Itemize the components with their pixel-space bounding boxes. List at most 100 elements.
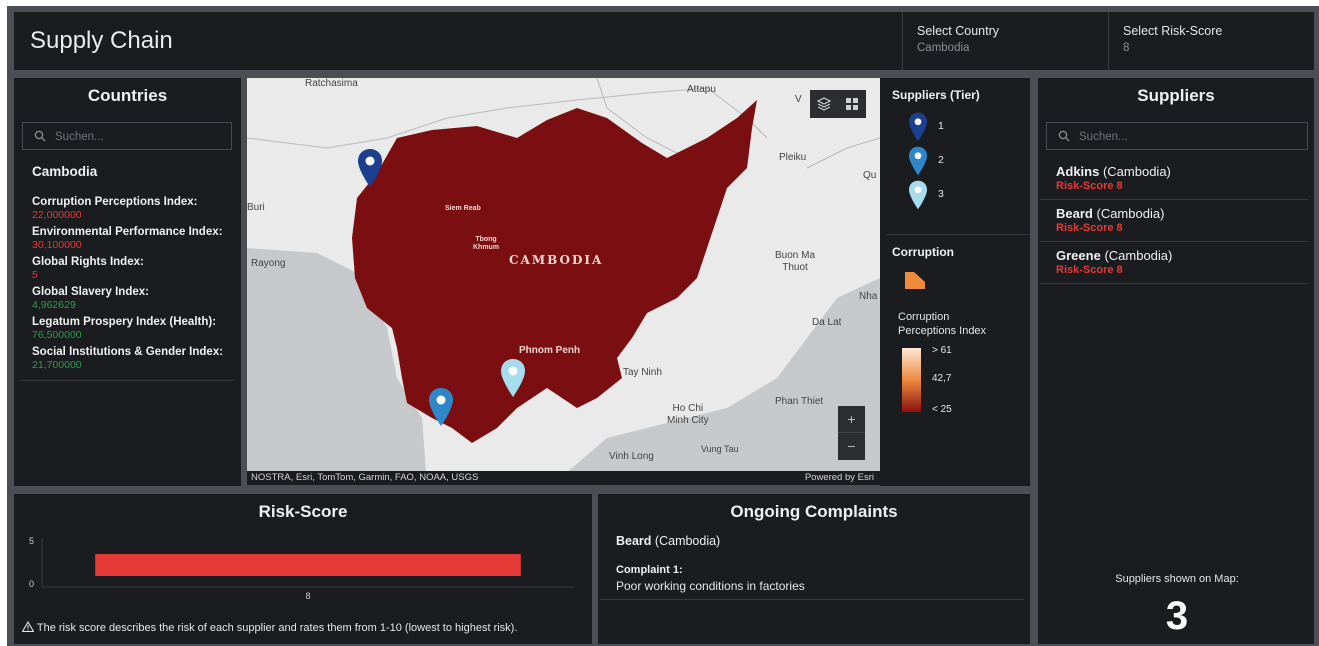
attribution-text[interactable]: NOSTRA, Esri, TomTom, Garmin, FAO, NOAA,… — [251, 472, 478, 483]
index-name: Legatum Prospery Index (Health): — [32, 316, 217, 328]
chart-bar — [95, 554, 521, 576]
map-label-cambodia: CAMBODIA — [509, 253, 604, 267]
zoom-out-button[interactable]: − — [838, 433, 865, 460]
supplier-pin-tier-3[interactable] — [500, 358, 526, 398]
countries-panel: Countries Cambodia Corruption Perception… — [14, 78, 241, 486]
index-name: Social Institutions & Gender Index: — [32, 346, 224, 358]
supplier-list-item[interactable]: Greene (Cambodia) Risk-Score 8 — [1040, 242, 1308, 284]
map-label-da-lat: Da Lat — [812, 317, 842, 328]
index-item: Environmental Performance Index: 30,10000… — [32, 225, 241, 252]
supplier-name: Beard — [1056, 206, 1093, 221]
index-name: Global Rights Index: — [32, 256, 144, 268]
index-name: Corruption Perceptions Index: — [32, 196, 198, 208]
index-name: Global Slavery Index: — [32, 286, 149, 298]
select-country-dropdown[interactable]: Select Country Cambodia — [902, 12, 1108, 70]
map-label-nha: Nha — [859, 291, 878, 302]
tier-1-pin-icon — [909, 112, 927, 142]
risk-score-chart: 5 0 8 — [29, 536, 574, 601]
cpi-title: Corruption Perceptions Index — [898, 311, 987, 337]
select-risk-score-value: 8 — [1123, 42, 1130, 54]
index-item: Legatum Prospery Index (Health): 76,50000… — [32, 315, 241, 342]
complaint-title: Complaint 1: — [616, 564, 683, 576]
map-label-rayong: Rayong — [251, 258, 286, 269]
chart-x-tick-label: 8 — [305, 591, 310, 601]
divider — [600, 599, 1024, 600]
index-value: 30,100000 — [32, 239, 82, 251]
complaint-supplier-country: (Cambodia) — [654, 534, 721, 548]
chart-y-tick-label: 5 — [29, 536, 34, 546]
map-label-vinh-long: Vinh Long — [609, 451, 654, 462]
corruption-swatch-icon — [905, 272, 925, 289]
complaints-title: Ongoing Complaints — [730, 502, 898, 521]
complaint-text: Poor working conditions in factories — [616, 579, 805, 593]
supplier-country: (Cambodia) — [1096, 206, 1165, 221]
complaint-supplier[interactable]: Beard (Cambodia) — [616, 534, 720, 548]
suppliers-count-label: Suppliers shown on Map: — [1115, 573, 1239, 585]
search-icon — [34, 130, 46, 142]
map-label-vung-tau: Vung Tau — [701, 444, 739, 454]
index-value: 22,000000 — [32, 209, 82, 221]
supplier-name: Adkins — [1056, 164, 1100, 179]
supplier-risk-score: Risk-Score 8 — [1056, 222, 1123, 234]
supplier-pin-tier-1[interactable] — [357, 148, 383, 188]
search-icon — [1058, 130, 1070, 142]
supplier-list-item[interactable]: Adkins (Cambodia) Risk-Score 8 — [1040, 158, 1308, 200]
map-label-buri: Buri — [247, 202, 265, 213]
countries-search-input[interactable] — [55, 127, 225, 147]
countries-search[interactable] — [22, 122, 232, 150]
index-item: Global Rights Index: 5 — [32, 255, 241, 282]
divider — [886, 234, 1030, 235]
supplier-name: Greene — [1056, 248, 1101, 263]
map-label-qu: Qu — [863, 170, 877, 181]
suppliers-title: Suppliers — [1137, 86, 1215, 105]
tier-3-label: 3 — [938, 188, 944, 200]
tier-3-pin-icon — [909, 180, 927, 210]
supplier-country: (Cambodia) — [1104, 248, 1173, 263]
select-country-label: Select Country — [917, 24, 999, 38]
map-attribution: NOSTRA, Esri, TomTom, Garmin, FAO, NOAA,… — [247, 471, 880, 485]
country-index-list: Corruption Perceptions Index: 22,000000 E… — [32, 195, 241, 372]
map-label-pleiku: Pleiku — [779, 152, 807, 163]
index-value: 76,500000 — [32, 329, 82, 341]
countries-title: Countries — [87, 86, 168, 105]
map-label-phnom-penh: Phnom Penh — [519, 345, 581, 356]
ramp-label-high: > 61 — [932, 345, 952, 356]
suppliers-search[interactable] — [1046, 122, 1308, 150]
risk-score-note-text: The risk score describes the risk of eac… — [36, 622, 518, 634]
layers-icon — [816, 97, 832, 111]
warning-icon — [21, 620, 35, 633]
app-title: Supply Chain — [30, 27, 173, 54]
select-risk-score-dropdown[interactable]: Select Risk-Score 8 — [1108, 12, 1314, 70]
ramp-label-low: < 25 — [932, 404, 952, 415]
selected-country-name[interactable]: Cambodia — [32, 164, 97, 179]
ramp-label-mid: 42,7 — [932, 373, 952, 384]
zoom-controls: + − — [838, 406, 865, 460]
select-country-value: Cambodia — [917, 42, 970, 54]
map-view[interactable]: Ratchasima Attapu V Pleiku Qu Buri Rayon… — [247, 78, 880, 485]
tier-2-label: 2 — [938, 154, 944, 166]
map-label-ratchasima: Ratchasima — [305, 78, 358, 89]
supplier-pin-tier-2[interactable] — [428, 387, 454, 427]
complaint-supplier-name: Beard — [616, 534, 652, 548]
cpi-color-ramp — [902, 348, 921, 412]
suppliers-search-input[interactable] — [1079, 127, 1249, 147]
supplier-list-item[interactable]: Beard (Cambodia) Risk-Score 8 — [1040, 200, 1308, 242]
risk-score-note: The risk score describes the risk of eac… — [21, 620, 518, 634]
select-risk-score-label: Select Risk-Score — [1123, 24, 1223, 38]
legend-suppliers-title: Suppliers (Tier) — [892, 88, 980, 102]
tier-1-label: 1 — [938, 120, 944, 132]
risk-score-title: Risk-Score — [258, 502, 348, 521]
supplier-risk-score: Risk-Score 8 — [1056, 180, 1123, 192]
basemap-gallery-button[interactable] — [838, 90, 866, 118]
map-label-siem-reab: Siem Reab — [445, 205, 481, 212]
zoom-in-button[interactable]: + — [838, 406, 865, 433]
supplier-country: (Cambodia) — [1102, 164, 1171, 179]
chart-y-tick-label: 0 — [29, 579, 34, 589]
grid-icon — [846, 98, 858, 110]
layers-button[interactable] — [810, 90, 838, 118]
powered-by-text[interactable]: Powered by Esri — [805, 472, 874, 483]
map-label-tay-ninh: Tay Ninh — [623, 367, 662, 378]
map-label-v: V — [795, 94, 802, 105]
index-name: Environmental Performance Index: — [32, 226, 223, 238]
map-label-tbong-khmum: Tbong Khmum — [473, 236, 500, 251]
